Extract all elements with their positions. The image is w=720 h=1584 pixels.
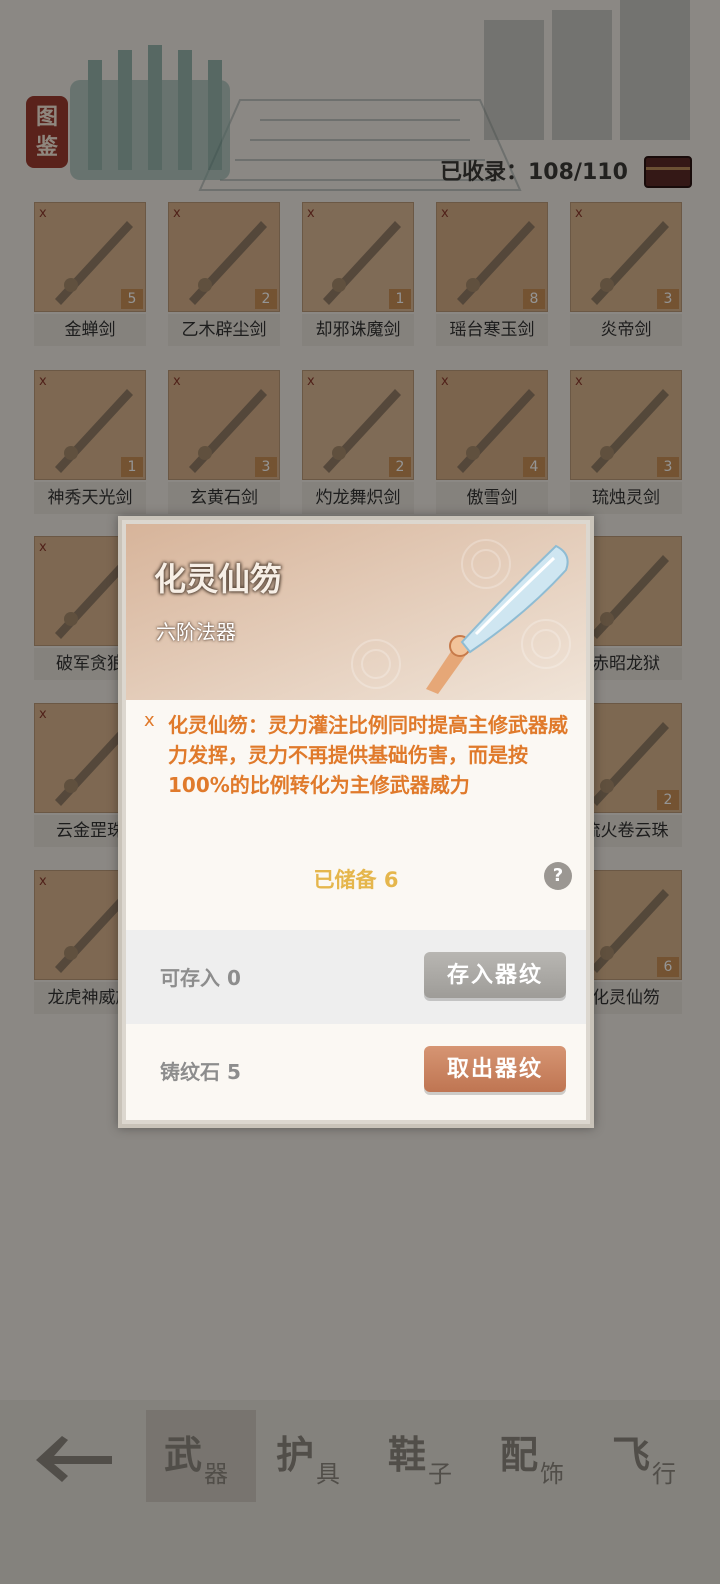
popup-header-art [126,524,586,700]
popup-title: 化灵仙笏 [154,560,283,598]
deposit-available: 可存入 0 [160,966,241,990]
withdraw-button[interactable]: 取出器纹 [424,1046,566,1092]
popup-description-area: ⅹ 化灵仙笏：灵力灌注比例同时提高主修武器威力发挥，灵力不再提供基础伤害，而是按… [126,700,586,930]
stored-count: 已储备 6 [313,868,399,892]
help-icon[interactable]: ? [544,862,572,890]
popup-subtitle: 六阶法器 [156,620,236,644]
effect-marker-icon: ⅹ [144,710,155,731]
effect-description: 化灵仙笏：灵力灌注比例同时提高主修武器威力发挥，灵力不再提供基础伤害，而是按10… [168,713,568,797]
item-detail-popup: 化灵仙笏 六阶法器 ⅹ 化灵仙笏：灵力灌注比例同时提高主修武器威力发挥，灵力不再… [118,516,594,1128]
casting-stone-count: 铸纹石 5 [160,1060,241,1084]
withdraw-row: 铸纹石 5 取出器纹 [126,1024,586,1120]
deposit-row: 可存入 0 存入器纹 [126,930,586,1024]
popup-header: 化灵仙笏 六阶法器 [126,524,586,700]
deposit-button[interactable]: 存入器纹 [424,952,566,998]
